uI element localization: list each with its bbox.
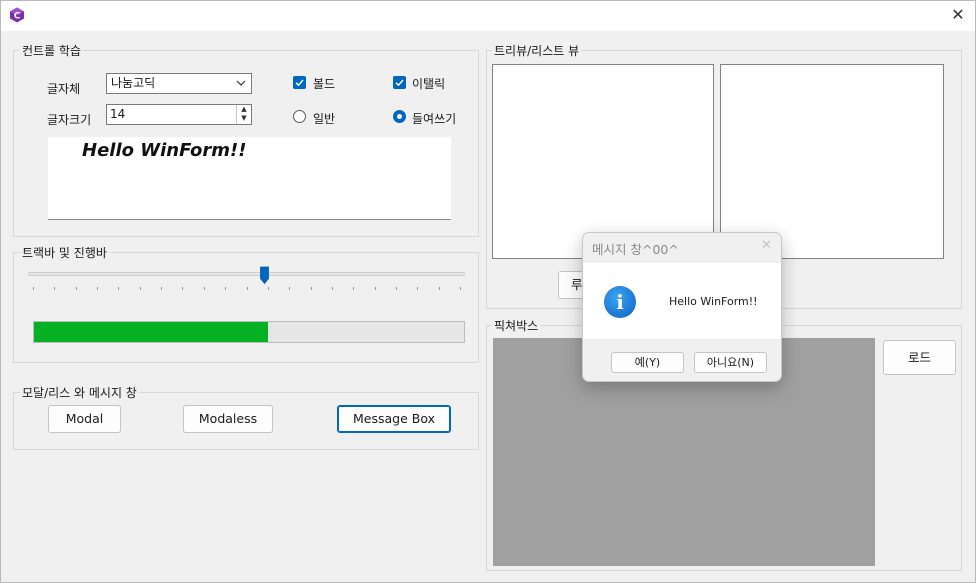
info-icon: i [604, 286, 636, 318]
radio-dot-icon [397, 114, 402, 119]
dialog-message: Hello WinForm!! [669, 295, 758, 308]
trackbar-tick [182, 287, 183, 290]
bold-checkbox[interactable] [293, 76, 306, 89]
dialog-no-button[interactable]: 아니요(N) [694, 352, 767, 373]
font-combobox-value: 나눔고딕 [111, 76, 156, 90]
messagebox-button[interactable]: Message Box [337, 405, 451, 433]
modal-group-title: 모달/리스 와 메시지 창 [20, 384, 139, 401]
size-label: 글자크기 [47, 113, 92, 127]
trackbar-tick [76, 287, 77, 290]
dialog-close-icon[interactable]: ✕ [761, 238, 772, 253]
trackbar-tick [54, 287, 55, 290]
preview-text: Hello WinForm!! [82, 140, 247, 161]
spin-down-icon[interactable]: ▼ [237, 114, 251, 123]
trackbar-tick [417, 287, 418, 290]
title-bar[interactable] [1, 1, 975, 31]
load-button[interactable]: 로드 [883, 340, 956, 375]
svg-text:C: C [14, 12, 21, 22]
trackbar-tick [140, 287, 141, 290]
controls-group-title: 컨트롤 학습 [20, 42, 84, 59]
indent-radio[interactable] [393, 110, 406, 123]
trackbar-tick [97, 287, 98, 290]
trackbar-tick [396, 287, 397, 290]
trackbar-tick [439, 287, 440, 290]
progress-fill [34, 322, 269, 342]
italic-label[interactable]: 이탤릭 [412, 75, 445, 92]
window-close-button[interactable]: ✕ [946, 4, 970, 26]
dialog-title: 메시지 창^00^ [592, 242, 679, 257]
trackbar-thumb[interactable] [259, 266, 270, 285]
spin-buttons: ▲ ▼ [236, 105, 251, 124]
spin-up-icon[interactable]: ▲ [237, 105, 251, 114]
listview[interactable] [720, 64, 944, 259]
indent-label[interactable]: 들여쓰기 [412, 110, 456, 127]
modaless-button[interactable]: Modaless [183, 405, 273, 433]
dialog-yes-button[interactable]: 예(Y) [611, 352, 684, 373]
trackbar-tick [247, 287, 248, 290]
preview-textbox[interactable]: Hello WinForm!! [48, 137, 451, 220]
normal-label[interactable]: 일반 [313, 110, 335, 127]
progress-bar [33, 321, 465, 343]
modal-button[interactable]: Modal [48, 405, 121, 433]
font-label: 글자체 [47, 82, 81, 96]
trackbar-groupbox [13, 252, 479, 363]
dialog-body: i Hello WinForm!! [583, 263, 781, 339]
treeview-action-label: 루 [571, 277, 583, 292]
checkmark-icon [295, 79, 304, 87]
trackbar-tick [225, 287, 226, 290]
treeview[interactable] [492, 64, 714, 259]
trackbar-tick [204, 287, 205, 290]
trackbar-tick [332, 287, 333, 290]
font-size-numeric[interactable]: 14 ▲ ▼ [106, 104, 252, 125]
normal-radio[interactable] [293, 110, 306, 123]
checkmark-icon [395, 79, 404, 87]
trackbar-tick [33, 287, 34, 290]
trackbar-tick [460, 287, 461, 290]
message-dialog: 메시지 창^00^ ✕ i Hello WinForm!! 예(Y) 아니요(N… [582, 232, 782, 382]
italic-checkbox[interactable] [393, 76, 406, 89]
picture-group-title: 픽쳐박스 [492, 317, 541, 334]
bold-label[interactable]: 볼드 [313, 75, 335, 92]
font-combobox[interactable]: 나눔고딕 [106, 73, 252, 94]
trackbar-group-title: 트랙바 및 진행바 [20, 244, 109, 261]
trackbar-tick [161, 287, 162, 290]
trackbar-tick [311, 287, 312, 290]
treelist-group-title: 트리뷰/리스트 뷰 [492, 42, 582, 59]
trackbar-tick [353, 287, 354, 290]
trackbar-track[interactable] [28, 272, 465, 276]
csharp-icon: C [9, 7, 25, 23]
trackbar-tick [118, 287, 119, 290]
font-size-value: 14 [110, 107, 126, 121]
trackbar-tick [375, 287, 376, 290]
trackbar-tick [268, 287, 269, 290]
trackbar-tick [289, 287, 290, 290]
chevron-down-icon[interactable] [235, 76, 247, 90]
